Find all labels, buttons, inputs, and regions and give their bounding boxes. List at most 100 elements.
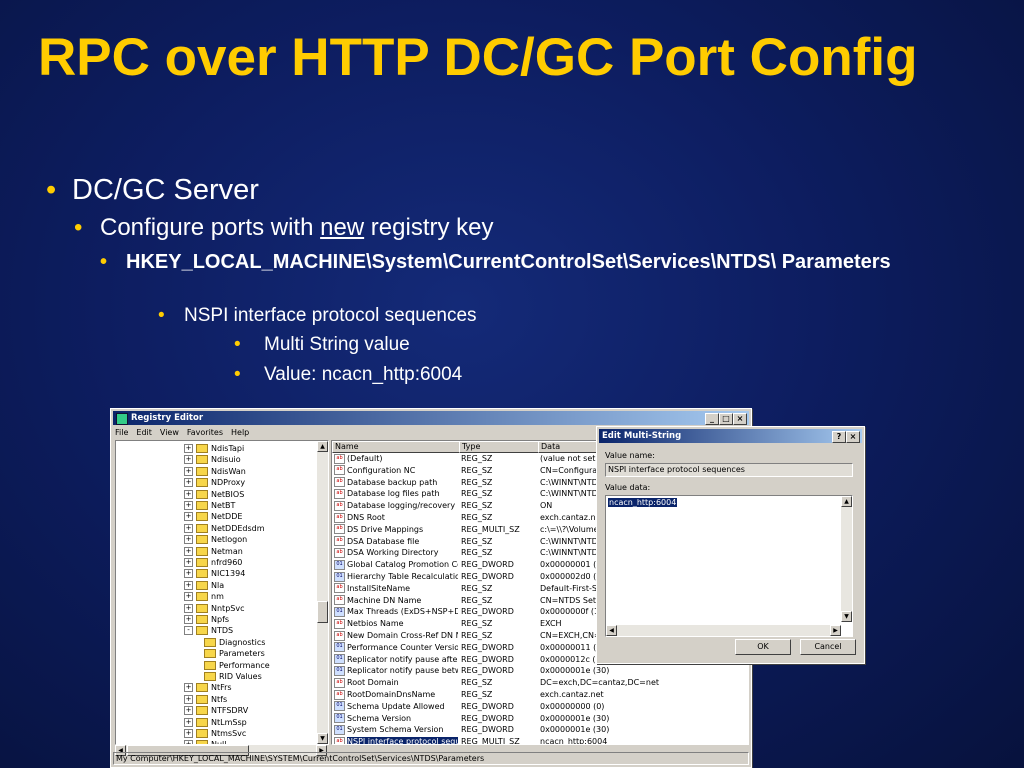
scroll-down-icon[interactable]: ▼ (841, 611, 852, 622)
tree-node[interactable]: Performance (204, 660, 270, 671)
folder-icon (196, 615, 208, 624)
tree-node[interactable]: + nfrd960 (184, 557, 242, 568)
column-header-type[interactable]: Type (459, 441, 539, 453)
folder-icon (196, 626, 208, 636)
value-name: Replicator notify pause after m... (347, 654, 458, 664)
tree-node[interactable]: + NtmsSvc (184, 728, 246, 739)
expand-icon[interactable]: + (184, 523, 193, 533)
registry-value-row[interactable]: 01 Schema Update Allowed REG_DWORD 0x000000… (332, 701, 748, 713)
ok-button[interactable]: OK (735, 639, 791, 655)
expand-icon[interactable]: + (184, 478, 193, 488)
tree-node[interactable]: + Ndisuio (184, 454, 241, 465)
tree-node[interactable]: + NDProxy (184, 477, 245, 488)
menu-item-view[interactable]: View (160, 428, 179, 437)
menu-item-file[interactable]: File (115, 428, 128, 437)
expand-icon[interactable]: + (184, 683, 193, 693)
tree-node[interactable]: RID Values (204, 671, 262, 682)
tree-node[interactable]: + Npfs (184, 614, 229, 625)
expand-icon[interactable]: + (184, 444, 193, 453)
registry-value-row[interactable]: ab RootDomainDnsName REG_SZ exch.cantaz.net (332, 689, 748, 701)
data-vertical-scrollbar[interactable]: ▲ ▼ (841, 496, 852, 622)
cell-name: abNew Domain Cross-Ref DN Name (334, 630, 458, 642)
tree-node[interactable]: + NetDDE (184, 511, 242, 522)
expand-icon[interactable]: + (184, 489, 193, 499)
expand-icon[interactable]: + (184, 615, 193, 624)
expand-icon[interactable]: + (184, 592, 193, 602)
tree-node[interactable]: Diagnostics (204, 637, 265, 648)
maximize-icon[interactable]: □ (719, 413, 733, 425)
scroll-up-icon[interactable]: ▲ (317, 441, 328, 452)
help-icon[interactable]: ? (832, 431, 846, 443)
registry-tree-pane[interactable]: ▲ ▼ + NdisTapi + Ndisuio + NdisWan + NDProxy + Ne… (115, 440, 329, 745)
close-icon[interactable]: × (846, 431, 860, 443)
registry-value-row[interactable]: 01Replicator notify pause betwee...REG_D… (332, 665, 748, 677)
tree-vertical-scrollbar[interactable]: ▲ ▼ (317, 441, 328, 744)
tree-node[interactable]: + nm (184, 591, 224, 602)
expand-icon[interactable]: + (184, 706, 193, 716)
scroll-thumb[interactable] (317, 601, 328, 623)
tree-node[interactable]: Parameters (204, 648, 265, 659)
registry-value-row[interactable]: ab Root Domain REG_SZ DC=exch,DC=cantaz,DC=… (332, 677, 748, 689)
tree-node[interactable]: + NntpSvc (184, 603, 244, 614)
registry-editor-titlebar[interactable]: Registry Editor _ □ × (113, 411, 749, 425)
binary-value-icon: 01 (334, 654, 345, 665)
column-header-name[interactable]: Name (332, 441, 460, 453)
expand-icon[interactable]: + (184, 694, 193, 704)
tree-node[interactable]: + NdisTapi (184, 443, 244, 454)
cell-type: REG_DWORD (461, 654, 514, 664)
scroll-right-icon[interactable]: ▶ (830, 625, 841, 636)
registry-value-row[interactable]: 01 System Schema Version REG_DWORD 0x000000… (332, 724, 748, 736)
tree-node[interactable]: + NTFSDRV (184, 705, 248, 716)
expand-icon[interactable]: + (184, 729, 193, 738)
expand-icon[interactable]: + (184, 569, 193, 579)
tree-node[interactable]: + Netman (184, 546, 243, 557)
scroll-left-icon[interactable]: ◀ (606, 625, 617, 636)
tree-node[interactable]: + NdisWan (184, 466, 246, 477)
value-name: Netbios Name (347, 619, 404, 629)
tree-node-label: RID Values (219, 672, 262, 681)
scroll-down-icon[interactable]: ▼ (317, 733, 328, 744)
cell-name: 01 Performance Counter Version (334, 642, 458, 654)
tree-node[interactable]: + NIC1394 (184, 568, 245, 579)
tree-node[interactable]: + Netlogon (184, 534, 247, 545)
tree-node[interactable]: + NtFrs (184, 682, 232, 693)
menu-item-favorites[interactable]: Favorites (187, 428, 223, 437)
tree-node-label: NntpSvc (211, 603, 245, 613)
tree-node[interactable]: + Ntfs (184, 694, 227, 705)
menu-item-edit[interactable]: Edit (136, 428, 152, 437)
value-name: (Default) (347, 454, 383, 463)
dialog-titlebar[interactable]: Edit Multi-String ? × (599, 429, 862, 443)
collapse-icon[interactable]: - (184, 626, 193, 636)
tree-node[interactable]: + NetBT (184, 500, 235, 511)
registry-value-row[interactable]: 01 Schema Version REG_DWORD 0x0000001e (30) (332, 713, 748, 725)
expand-icon[interactable]: + (184, 558, 193, 567)
scroll-up-icon[interactable]: ▲ (841, 496, 852, 507)
minimize-icon[interactable]: _ (705, 413, 719, 425)
tree-node[interactable]: + Nla (184, 580, 224, 591)
string-value-icon: ab (334, 630, 345, 641)
cell-name: ab DSA Working Directory (334, 547, 458, 559)
cancel-button[interactable]: Cancel (800, 639, 856, 655)
tree-node[interactable]: + NetDDEdsdm (184, 523, 265, 534)
menu-item-help[interactable]: Help (231, 428, 249, 437)
expand-icon[interactable]: + (184, 546, 193, 556)
cell-name: 01 Schema Update Allowed (334, 701, 458, 713)
expand-icon[interactable]: + (184, 535, 193, 545)
expand-icon[interactable]: + (184, 603, 193, 613)
tree-node[interactable]: + NtLmSsp (184, 717, 247, 728)
string-value-icon: ab (334, 465, 345, 476)
tree-node[interactable]: + NetBIOS (184, 489, 244, 500)
expand-icon[interactable]: + (184, 455, 193, 465)
expand-icon[interactable]: + (184, 580, 193, 590)
registry-value-row[interactable]: abNSPI interface protocol sequencesREG_M… (332, 736, 748, 744)
value-data-textarea[interactable]: ncacn_http:6004 ▲ ▼ ◀ ▶ (605, 495, 853, 637)
data-horizontal-scrollbar[interactable]: ◀ ▶ (606, 625, 841, 636)
expand-icon[interactable]: + (184, 466, 193, 476)
expand-icon[interactable]: + (184, 501, 193, 510)
close-icon[interactable]: × (733, 413, 747, 425)
tree-node[interactable]: - NTDS (184, 625, 233, 636)
regedit-app-icon (116, 413, 128, 425)
value-name-field[interactable]: NSPI interface protocol sequences (605, 463, 853, 477)
expand-icon[interactable]: + (184, 717, 193, 727)
expand-icon[interactable]: + (184, 512, 193, 522)
